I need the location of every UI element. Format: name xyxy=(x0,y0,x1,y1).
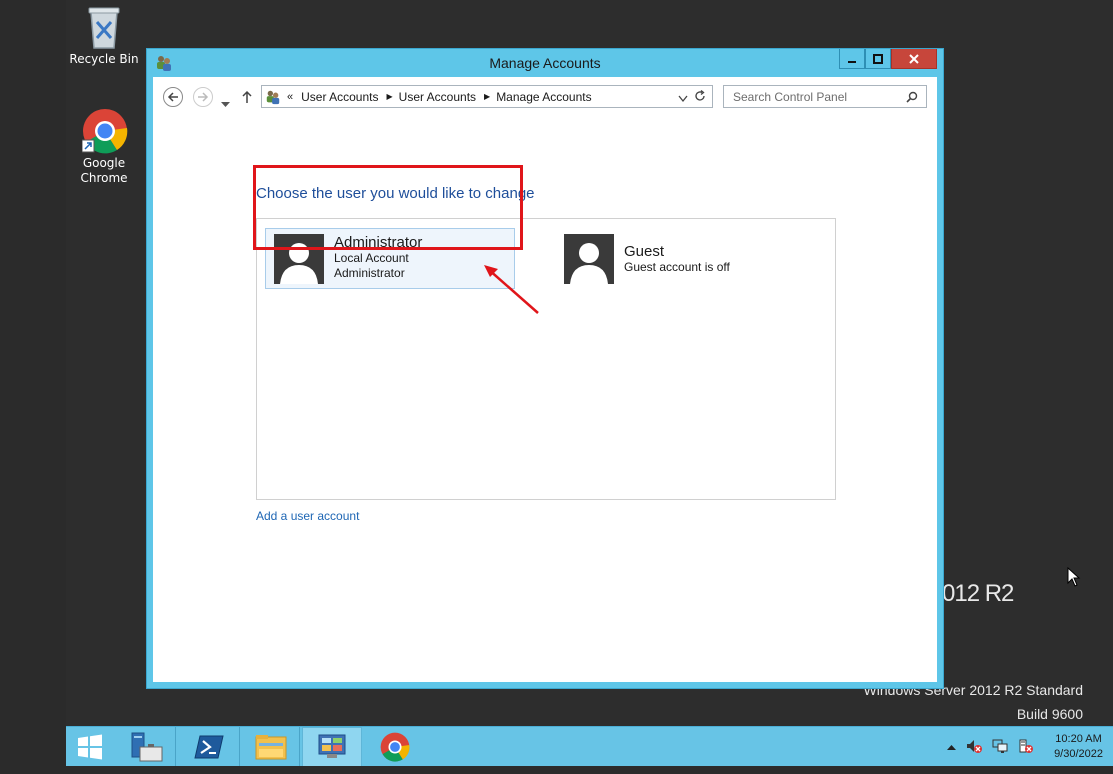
breadcrumb-separator-icon[interactable]: ▶ xyxy=(387,92,393,101)
taskbar: 10:20 AM 9/30/2022 xyxy=(66,726,1113,767)
arrow-right-icon xyxy=(198,92,209,102)
user-avatar-icon xyxy=(564,234,614,284)
annotation-highlight-box xyxy=(253,165,523,250)
address-dropdown-button[interactable] xyxy=(678,92,688,106)
volume-muted-icon[interactable] xyxy=(966,738,983,757)
manage-accounts-window: Manage Accounts « User Accounts ▶ User A… xyxy=(146,48,944,689)
maximize-icon xyxy=(873,53,883,64)
action-center-icon[interactable] xyxy=(1018,738,1034,757)
account-status: Guest account is off xyxy=(624,260,730,274)
window-title: Manage Accounts xyxy=(489,55,601,71)
close-button[interactable] xyxy=(891,49,937,69)
windows-logo-icon xyxy=(78,734,102,760)
forward-button[interactable] xyxy=(193,87,213,107)
chevron-down-icon xyxy=(678,95,688,103)
start-button[interactable] xyxy=(66,727,114,767)
breadcrumb-manage-accounts[interactable]: Manage Accounts xyxy=(496,90,591,104)
control-panel-icon xyxy=(318,734,346,758)
chrome-icon xyxy=(81,108,128,154)
google-chrome-shortcut[interactable]: Google Chrome xyxy=(66,108,142,186)
back-button[interactable] xyxy=(163,87,183,107)
network-icon[interactable] xyxy=(992,738,1008,757)
watermark-version: 012 R2 xyxy=(942,580,1014,607)
system-tray: 10:20 AM 9/30/2022 xyxy=(947,727,1103,767)
powershell-icon xyxy=(193,735,224,759)
taskbar-powershell[interactable] xyxy=(178,727,240,767)
title-bar[interactable]: Manage Accounts xyxy=(147,49,943,77)
account-type: Local Account xyxy=(334,251,409,265)
chrome-label-line2: Chrome xyxy=(80,171,128,185)
chrome-icon xyxy=(380,732,410,762)
clock[interactable]: 10:20 AM 9/30/2022 xyxy=(1054,732,1103,762)
breadcrumb-overflow[interactable]: « xyxy=(287,91,293,103)
taskbar-google-chrome[interactable] xyxy=(366,727,424,767)
search-input[interactable]: Search Control Panel xyxy=(723,85,927,108)
refresh-button[interactable] xyxy=(694,89,706,105)
navigation-bar: « User Accounts ▶ User Accounts ▶ Manage… xyxy=(153,77,937,115)
chrome-label-line1: Google xyxy=(82,156,126,170)
mouse-pointer-icon xyxy=(1067,567,1081,587)
account-role: Administrator xyxy=(334,266,405,280)
minimize-button[interactable] xyxy=(839,49,865,69)
search-icon[interactable] xyxy=(906,91,918,106)
server-manager-icon xyxy=(131,732,162,762)
breadcrumb-separator-icon[interactable]: ▶ xyxy=(484,92,490,101)
close-icon xyxy=(909,53,919,64)
up-button[interactable] xyxy=(241,89,253,108)
account-name: Guest xyxy=(624,243,665,260)
address-bar[interactable]: « User Accounts ▶ User Accounts ▶ Manage… xyxy=(261,85,713,108)
recycle-bin-label: Recycle Bin xyxy=(69,52,139,66)
watermark-build: Build 9600 xyxy=(1016,706,1083,722)
account-tile-guest[interactable]: Guest Guest account is off xyxy=(564,234,814,284)
clock-date: 9/30/2022 xyxy=(1054,748,1103,760)
minimize-icon xyxy=(848,60,856,63)
arrow-up-icon xyxy=(242,90,252,103)
arrow-left-icon xyxy=(167,92,178,102)
maximize-button[interactable] xyxy=(865,49,891,69)
chevron-down-icon xyxy=(221,102,230,107)
show-hidden-icons-button[interactable] xyxy=(947,741,957,753)
folder-icon xyxy=(255,735,286,760)
search-placeholder: Search Control Panel xyxy=(733,90,848,104)
recycle-bin-icon xyxy=(82,4,126,49)
clock-time: 10:20 AM xyxy=(1055,733,1102,745)
recent-locations-button[interactable] xyxy=(221,93,230,112)
screen-border-bottom xyxy=(0,766,1113,774)
chevron-up-icon xyxy=(947,745,957,750)
taskbar-control-panel[interactable] xyxy=(302,727,362,767)
screen-border-left xyxy=(0,0,66,774)
breadcrumb-user-accounts-2[interactable]: User Accounts xyxy=(399,90,476,104)
add-user-account-link[interactable]: Add a user account xyxy=(256,509,359,523)
annotation-arrow-icon xyxy=(484,265,539,314)
taskbar-server-manager[interactable] xyxy=(118,727,176,767)
refresh-icon xyxy=(695,89,705,101)
recycle-bin-shortcut[interactable]: Recycle Bin xyxy=(66,4,142,67)
taskbar-file-explorer[interactable] xyxy=(242,727,300,767)
control-panel-icon xyxy=(265,89,281,105)
breadcrumb-user-accounts[interactable]: User Accounts xyxy=(301,90,378,104)
